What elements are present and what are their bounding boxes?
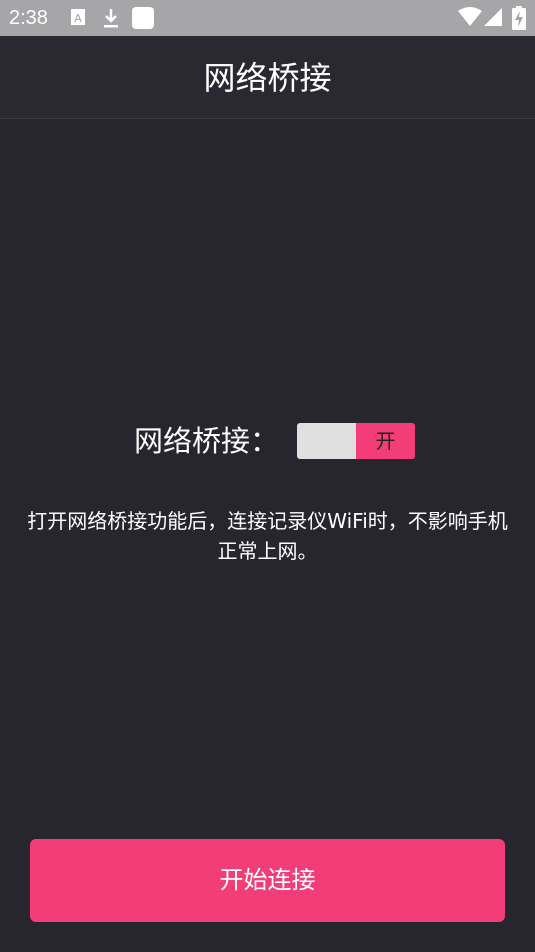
download-icon <box>102 8 120 32</box>
status-time: 2:38 <box>9 7 48 29</box>
svg-text:A: A <box>74 12 82 25</box>
wifi-icon <box>458 7 482 31</box>
status-bar: 2:38 A <box>0 0 535 36</box>
bridge-label: 网络桥接： <box>134 424 280 458</box>
signal-icon <box>483 7 503 31</box>
start-connect-button[interactable]: 开始连接 <box>30 839 505 922</box>
toggle-on-label: 开 <box>356 423 416 459</box>
page-title: 网络桥接 <box>203 59 332 97</box>
bridge-description: 打开网络桥接功能后，连接记录仪WiFi时，不影响手机正常上网。 <box>27 509 508 563</box>
toggle-track <box>297 423 357 459</box>
keyboard-a-icon: A <box>70 8 86 30</box>
app-header: 网络桥接 <box>0 36 535 119</box>
app-square-icon <box>131 6 155 34</box>
bridge-toggle[interactable]: 开 <box>297 423 416 459</box>
bridge-setting-row: 网络桥接： 开 <box>134 423 416 459</box>
battery-charging-icon <box>512 6 526 34</box>
